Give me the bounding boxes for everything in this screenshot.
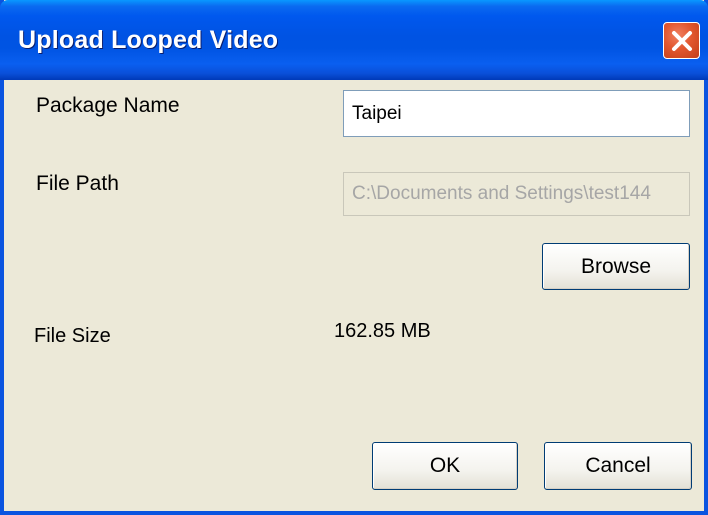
title-bar[interactable]: Upload Looped Video bbox=[0, 0, 708, 80]
cancel-button[interactable]: Cancel bbox=[544, 442, 692, 490]
file-size-value: 162.85 MB bbox=[334, 320, 431, 342]
package-name-label: Package Name bbox=[36, 94, 180, 117]
close-button[interactable] bbox=[663, 22, 700, 59]
file-path-label: File Path bbox=[36, 172, 119, 195]
dialog-title: Upload Looped Video bbox=[18, 26, 279, 54]
browse-button[interactable]: Browse bbox=[542, 243, 690, 290]
file-size-label: File Size bbox=[34, 325, 111, 347]
upload-looped-video-dialog: Upload Looped Video Package Name File Pa… bbox=[0, 0, 708, 515]
close-icon bbox=[672, 31, 692, 51]
ok-button[interactable]: OK bbox=[372, 442, 518, 490]
file-path-field: C:\Documents and Settings\test144 bbox=[343, 172, 690, 216]
package-name-input[interactable] bbox=[343, 90, 690, 137]
